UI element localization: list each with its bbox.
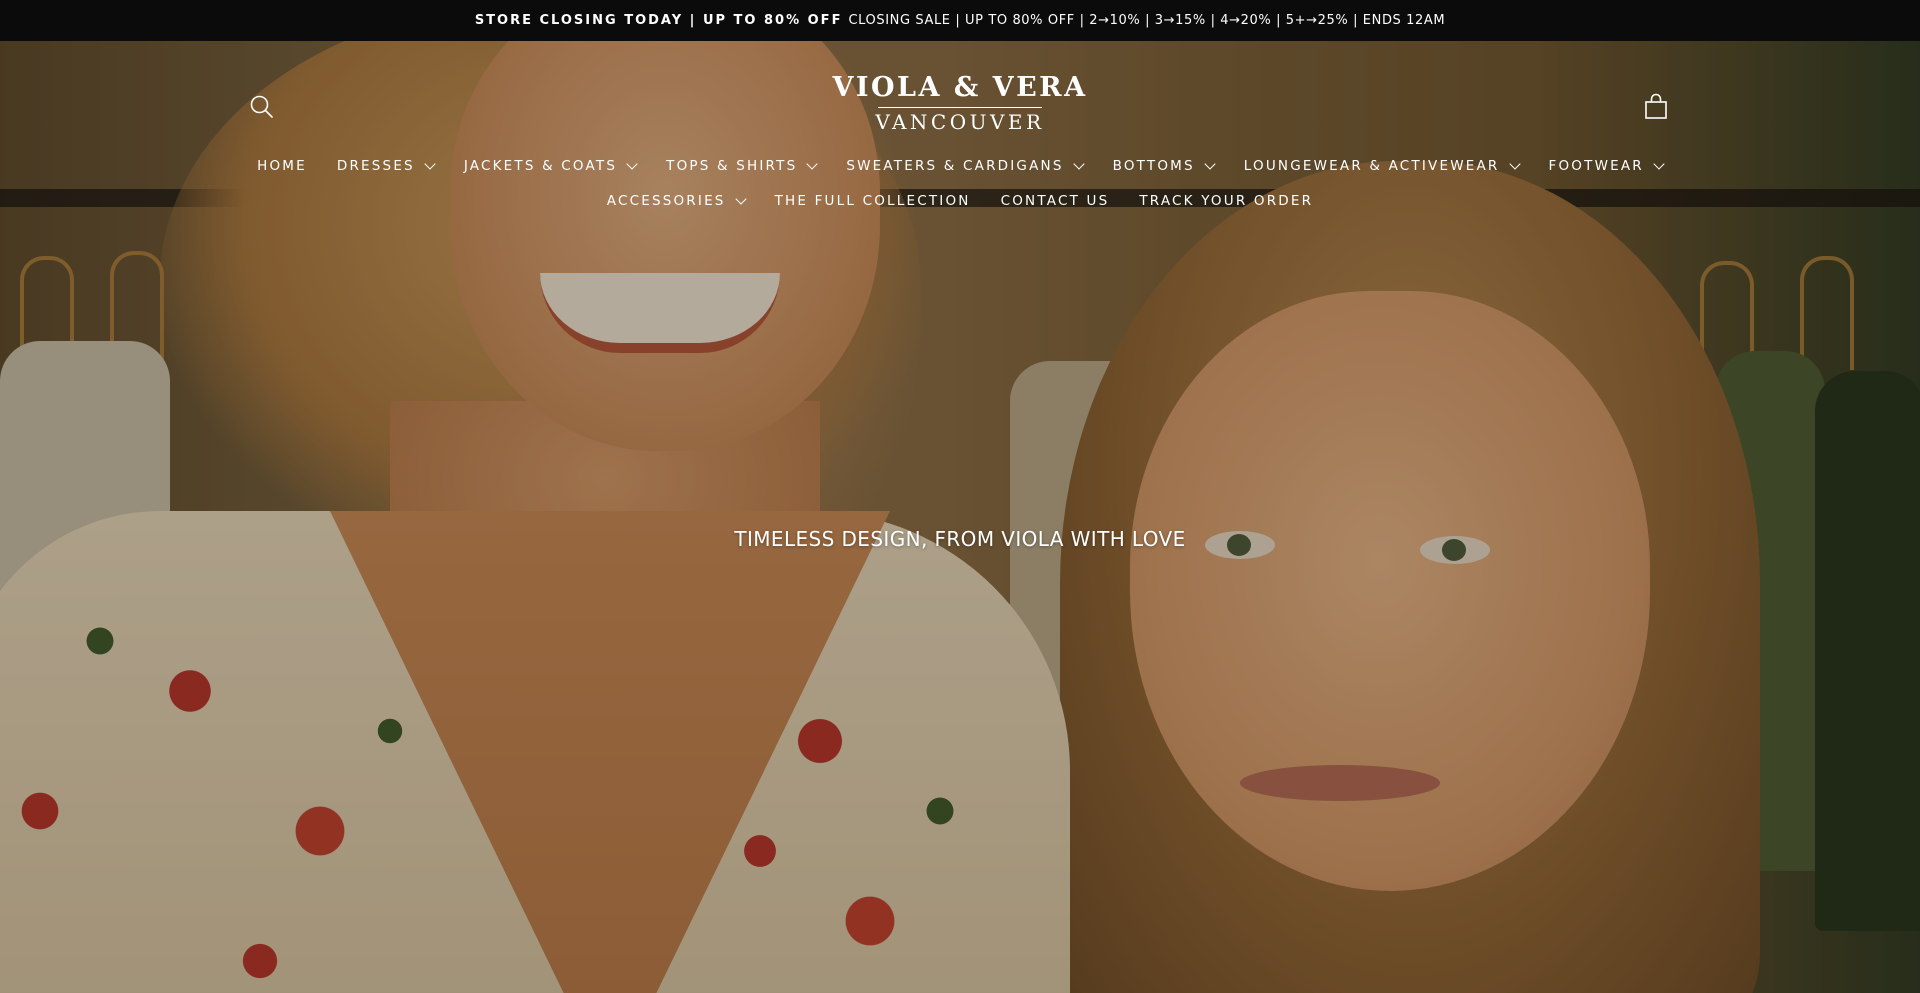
nav-item-label: THE FULL COLLECTION [774, 193, 971, 209]
nav-item-label: ACCESSORIES [606, 193, 726, 209]
nav-item-accessories[interactable]: ACCESSORIES [606, 191, 747, 211]
chevron-down-icon [1204, 158, 1216, 170]
chevron-down-icon [1653, 158, 1665, 170]
logo-location: VANCOUVER [875, 110, 1045, 134]
main-nav-row-1: HOME DRESSES JACKETS & COATS TOPS & SHIR… [0, 156, 1920, 176]
nav-item-footwear[interactable]: FOOTWEAR [1548, 156, 1665, 176]
nav-item-jackets-coats[interactable]: JACKETS & COATS [463, 156, 638, 176]
nav-item-track-order[interactable]: TRACK YOUR ORDER [1139, 191, 1313, 211]
nav-item-label: TRACK YOUR ORDER [1139, 193, 1314, 209]
nav-item-full-collection[interactable]: THE FULL COLLECTION [775, 191, 971, 211]
chevron-down-icon [734, 193, 747, 205]
announcement-bar: STORE CLOSING TODAY | UP TO 80% OFF CLOS… [0, 0, 1920, 41]
site-logo[interactable]: VIOLA & VERA VANCOUVER [820, 71, 1100, 133]
nav-item-label: TOPS & SHIRTS [666, 158, 798, 174]
nav-item-bottoms[interactable]: BOTTOMS [1112, 156, 1216, 176]
nav-item-label: CONTACT US [1000, 193, 1110, 209]
announcement-headline: STORE CLOSING TODAY | UP TO 80% OFF [474, 13, 843, 28]
chevron-down-icon [424, 158, 436, 170]
nav-item-loungewear-activewear[interactable]: LOUNGEWEAR & ACTIVEWEAR [1243, 156, 1521, 176]
main-nav-row-2: ACCESSORIES THE FULL COLLECTION CONTACT … [0, 191, 1920, 211]
nav-item-sweaters-cardigans[interactable]: SWEATERS & CARDIGANS [846, 156, 1085, 176]
nav-item-tops-shirts[interactable]: TOPS & SHIRTS [666, 156, 819, 176]
chevron-down-icon [626, 158, 638, 170]
nav-item-label: DRESSES [336, 158, 415, 174]
chevron-down-icon [1508, 158, 1521, 170]
hero-tagline: TIMELESS DESIGN, FROM VIOLA WITH LOVE [734, 527, 1186, 551]
nav-item-dresses[interactable]: DRESSES [336, 156, 436, 176]
shopping-bag-icon-graphic [1645, 93, 1667, 119]
search-icon-graphic [250, 95, 273, 118]
chevron-down-icon [806, 158, 819, 170]
chevron-down-icon [1072, 158, 1085, 170]
logo-wordmark: VIOLA & VERA [832, 72, 1088, 103]
nav-item-label: FOOTWEAR [1548, 158, 1644, 174]
nav-item-home[interactable]: HOME [257, 156, 307, 176]
nav-item-contact-us[interactable]: CONTACT US [1001, 191, 1110, 211]
nav-item-label: JACKETS & COATS [463, 158, 618, 174]
nav-item-label: SWEATERS & CARDIGANS [846, 158, 1064, 174]
search-icon[interactable] [248, 93, 276, 121]
logo-divider [878, 107, 1042, 108]
site-header: VIOLA & VERA VANCOUVER HOME DRESSES JACK… [0, 41, 1920, 221]
nav-item-label: LOUNGEWEAR & ACTIVEWEAR [1243, 158, 1500, 174]
shopping-bag-icon[interactable] [1643, 93, 1669, 121]
announcement-text: CLOSING SALE | UP TO 80% OFF | 2→10% | 3… [848, 13, 1446, 28]
nav-item-label: BOTTOMS [1112, 158, 1195, 174]
nav-item-label: HOME [257, 158, 307, 174]
